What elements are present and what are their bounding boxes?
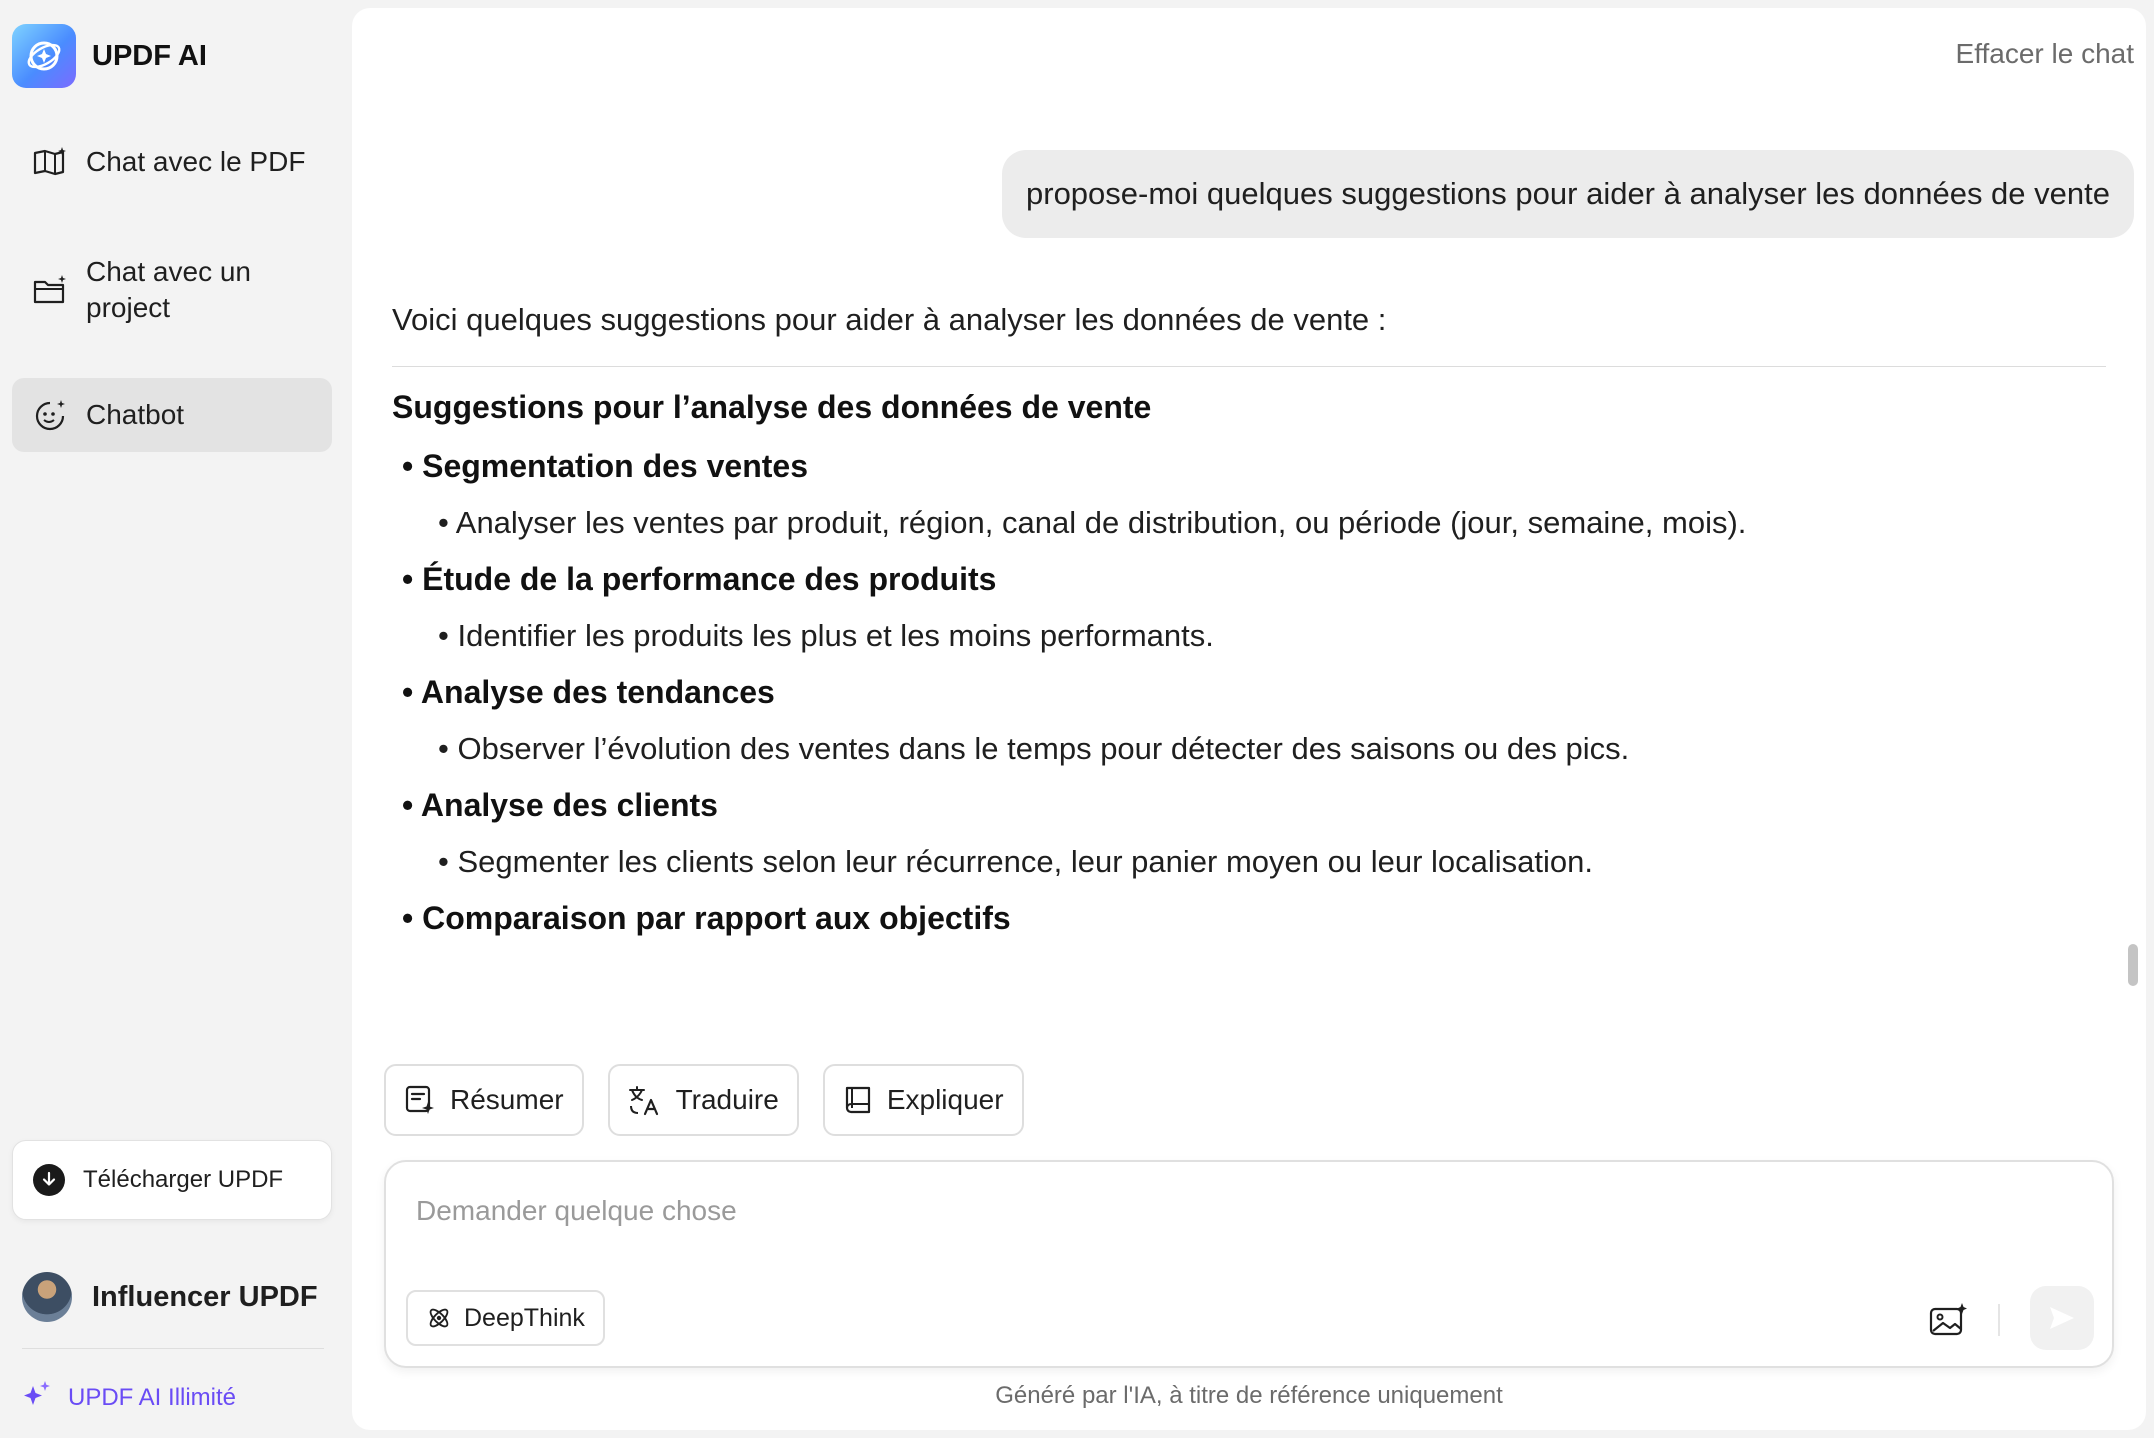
- explain-label: Expliquer: [886, 1084, 1004, 1115]
- updf-ai-logo-icon: [12, 24, 76, 88]
- sidebar: UPDF AI Chat avec le PDF Chat avec un pr…: [0, 0, 348, 1438]
- sidebar-divider: [22, 1348, 324, 1349]
- bullet-title-truncated: • Comparaison par rapport aux objectifs: [402, 900, 1011, 936]
- nav-label: Chat avec le PDF: [86, 146, 306, 177]
- download-icon: [33, 1164, 65, 1196]
- brand[interactable]: UPDF AI: [12, 24, 207, 88]
- chat-input[interactable]: [416, 1186, 2016, 1236]
- download-label: Télécharger UPDF: [83, 1166, 284, 1193]
- book-sparkle-icon: [32, 144, 68, 180]
- sparkle-icon: [22, 1380, 52, 1415]
- bullet-title: • Segmentation des ventes: [402, 448, 808, 484]
- quick-actions: Résumer Traduire Expliquer: [384, 1064, 1048, 1136]
- translate-button[interactable]: Traduire: [607, 1064, 799, 1136]
- list-item: • Analyse des clients • Segmenter les cl…: [392, 787, 2106, 880]
- summarize-label: Résumer: [450, 1084, 564, 1115]
- chat-panel: Effacer le chat propose-moi quelques sug…: [352, 8, 2146, 1430]
- bullet-detail: • Observer l’évolution des ventes dans l…: [438, 731, 1630, 766]
- ai-answer: Voici quelques suggestions pour aider à …: [392, 300, 2106, 1036]
- composer-divider: [1998, 1304, 2000, 1336]
- nav-chat-with-project[interactable]: Chat avec un project: [12, 248, 332, 332]
- app-name: UPDF AI: [92, 39, 207, 72]
- scrollbar-thumb[interactable]: [2128, 944, 2138, 986]
- plan-link[interactable]: UPDF AI Illimité: [22, 1380, 236, 1415]
- user-name: Influencer UPDF: [92, 1280, 318, 1313]
- book-icon: [843, 1084, 873, 1116]
- translate-icon: [628, 1084, 662, 1116]
- list-item: • Étude de la performance des produits •…: [392, 561, 2106, 654]
- folder-sparkle-icon: [32, 272, 68, 308]
- answer-divider: [392, 366, 2106, 367]
- atom-icon: [426, 1305, 452, 1331]
- deepthink-toggle[interactable]: DeepThink: [406, 1290, 605, 1346]
- answer-intro: Voici quelques suggestions pour aider à …: [392, 302, 1387, 337]
- summarize-icon: [404, 1084, 436, 1116]
- bullet-title: • Analyse des clients: [402, 787, 718, 823]
- nav-label: Chat avec un project: [86, 256, 251, 323]
- user-message-text: propose-moi quelques suggestions pour ai…: [1026, 176, 2110, 211]
- bullet-title: • Analyse des tendances: [402, 674, 775, 710]
- answer-heading: Suggestions pour l’analyse des données d…: [392, 389, 1152, 425]
- nav-label: Chatbot: [86, 399, 185, 430]
- composer: DeepThink: [384, 1160, 2114, 1368]
- bullet-title: • Étude de la performance des produits: [402, 561, 997, 597]
- explain-button[interactable]: Expliquer: [822, 1064, 1024, 1136]
- chatbot-face-icon: [32, 397, 68, 433]
- clear-chat-button[interactable]: Effacer le chat: [1956, 38, 2134, 70]
- image-upload-icon[interactable]: [1926, 1298, 1970, 1342]
- send-button[interactable]: [2030, 1286, 2094, 1350]
- avatar: [22, 1272, 72, 1322]
- nav-chatbot[interactable]: Chatbot: [12, 378, 332, 452]
- translate-label: Traduire: [675, 1084, 779, 1115]
- list-item: • Analyse des tendances • Observer l’évo…: [392, 674, 2106, 767]
- ai-disclaimer: Généré par l'IA, à titre de référence un…: [995, 1382, 1503, 1409]
- user-profile[interactable]: Influencer UPDF: [22, 1272, 318, 1322]
- summarize-button[interactable]: Résumer: [384, 1064, 584, 1136]
- user-message-bubble: propose-moi quelques suggestions pour ai…: [1002, 150, 2134, 238]
- bullet-detail: • Analyser les ventes par produit, régio…: [438, 505, 1747, 540]
- bullet-detail: • Identifier les produits les plus et le…: [438, 618, 1214, 653]
- plan-label: UPDF AI Illimité: [68, 1383, 237, 1411]
- nav-chat-with-pdf[interactable]: Chat avec le PDF: [12, 130, 332, 194]
- bullet-detail: • Segmenter les clients selon leur récur…: [438, 844, 1593, 879]
- send-icon: [2050, 1307, 2074, 1329]
- download-updf-button[interactable]: Télécharger UPDF: [12, 1140, 332, 1220]
- deepthink-label: DeepThink: [464, 1303, 585, 1332]
- list-item: • Segmentation des ventes • Analyser les…: [392, 448, 2106, 541]
